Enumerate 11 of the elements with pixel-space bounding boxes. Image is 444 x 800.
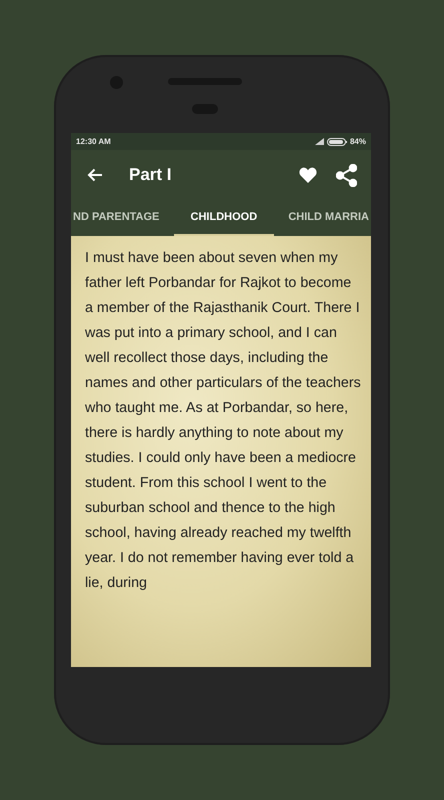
- toolbar-title: Part I: [129, 165, 173, 185]
- tab[interactable]: CHILD MARRIA: [286, 200, 371, 236]
- tab[interactable]: ND PARENTAGE: [71, 200, 162, 236]
- heart-icon[interactable]: [299, 167, 317, 183]
- battery-icon: [326, 138, 347, 146]
- status-time: 12:30 AM: [76, 137, 111, 146]
- back-arrow-icon[interactable]: [87, 168, 103, 182]
- signal-icon: [314, 138, 324, 145]
- battery-percent: 84%: [350, 137, 366, 146]
- chapter-text: I must have been about seven when my father left Porbandar for Rajkot to become a member of the Rajasthanik Court. There I was put into a primary school, and I can well recollect those days, including the names and other particulars of the teachers who taught me. As at Porbandar, so here, there is hardly anything to note about my studies. I could only have been a mediocre student. From this school I went to the suburban school and thence to the high school, having already reached my twelfth year. I do not remember having ever told a lie, during: [85, 249, 361, 593]
- share-icon[interactable]: [336, 164, 357, 186]
